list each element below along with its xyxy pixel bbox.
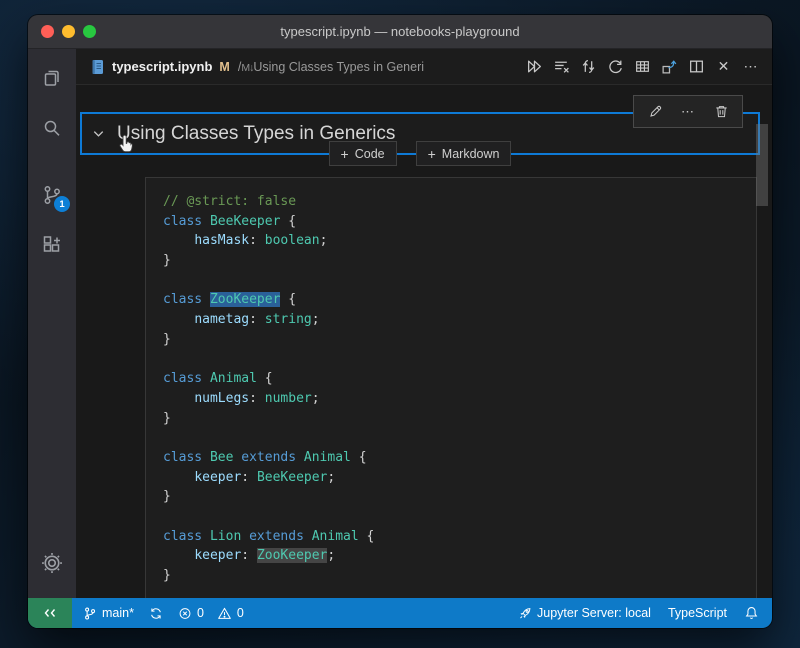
close-icon[interactable]: ✕ bbox=[710, 54, 737, 80]
activity-bar: 1 bbox=[28, 49, 76, 598]
code-line bbox=[163, 271, 756, 291]
restart-kernel-button[interactable] bbox=[575, 54, 602, 80]
export-button[interactable] bbox=[656, 54, 683, 80]
cell-more-actions-button[interactable]: ⋯ bbox=[676, 100, 700, 124]
sidebar-item-search[interactable] bbox=[28, 103, 76, 153]
code-line: } bbox=[163, 409, 756, 429]
add-markdown-cell-button[interactable]: + Markdown bbox=[416, 141, 512, 166]
chevron-down-icon[interactable] bbox=[91, 126, 106, 141]
modified-badge: M bbox=[219, 60, 229, 74]
manage-button[interactable] bbox=[28, 538, 76, 588]
remote-icon bbox=[42, 605, 58, 621]
gear-icon bbox=[39, 550, 65, 576]
more-actions-icon[interactable]: ⋯ bbox=[737, 54, 764, 80]
add-code-cell-button[interactable]: + Code bbox=[329, 141, 397, 166]
scm-badge: 1 bbox=[54, 196, 70, 212]
code-line: class ZooKeeper { bbox=[163, 290, 756, 310]
branch-indicator[interactable]: main* bbox=[83, 606, 134, 621]
sidebar-item-source-control[interactable]: 1 bbox=[28, 170, 76, 220]
files-icon bbox=[40, 66, 64, 90]
markdown-cell-glyph: M↓ bbox=[241, 62, 253, 74]
sidebar-item-extensions[interactable] bbox=[28, 220, 76, 270]
code-line: keeper: ZooKeeper; bbox=[163, 546, 756, 566]
code-line: } bbox=[163, 330, 756, 350]
git-branch-icon bbox=[83, 606, 97, 621]
window-title: typescript.ipynb — notebooks-playground bbox=[280, 24, 519, 39]
code-line: hasMask: boolean; bbox=[163, 231, 756, 251]
code-line bbox=[163, 507, 756, 527]
split-editor-button[interactable] bbox=[683, 54, 710, 80]
warning-icon bbox=[217, 606, 232, 621]
plus-icon: + bbox=[341, 146, 349, 162]
code-line: } bbox=[163, 251, 756, 271]
delete-cell-button[interactable] bbox=[709, 100, 733, 124]
error-icon bbox=[178, 606, 192, 621]
breadcrumb[interactable]: /M↓Using Classes Types in Generi bbox=[238, 60, 424, 74]
code-line: class BeeKeeper { bbox=[163, 212, 756, 232]
tab-file-name[interactable]: typescript.ipynb bbox=[112, 59, 212, 74]
code-line bbox=[163, 350, 756, 370]
close-window-button[interactable] bbox=[41, 25, 54, 38]
zoom-window-button[interactable] bbox=[83, 25, 96, 38]
code-line: numLegs: number; bbox=[163, 389, 756, 409]
vscode-window: typescript.ipynb — notebooks-playground bbox=[28, 15, 772, 628]
code-line bbox=[163, 428, 756, 448]
rocket-icon bbox=[518, 606, 532, 621]
code-editor[interactable]: // @strict: falseclass BeeKeeper { hasMa… bbox=[146, 178, 756, 586]
warning-count: 0 bbox=[237, 606, 244, 620]
variables-button[interactable] bbox=[629, 54, 656, 80]
bell-icon bbox=[744, 605, 759, 621]
remote-indicator[interactable] bbox=[28, 598, 72, 628]
problems-indicator[interactable]: 0 0 bbox=[178, 606, 244, 621]
plus-icon: + bbox=[428, 146, 436, 162]
jupyter-server-indicator[interactable]: Jupyter Server: local bbox=[518, 606, 651, 621]
code-line: class Bee extends Animal { bbox=[163, 448, 756, 468]
edit-cell-button[interactable] bbox=[643, 100, 667, 124]
notebook-editor: Using Classes Types in Generics ⋯ bbox=[76, 85, 772, 598]
code-line: class Lion extends Animal { bbox=[163, 527, 756, 547]
code-line: nametag: string; bbox=[163, 310, 756, 330]
code-cell[interactable]: // @strict: falseclass BeeKeeper { hasMa… bbox=[145, 177, 757, 598]
status-bar: main* 0 bbox=[28, 598, 772, 628]
error-count: 0 bbox=[197, 606, 204, 620]
restart-button[interactable] bbox=[602, 54, 629, 80]
code-line: } bbox=[163, 566, 756, 586]
traffic-lights bbox=[41, 15, 96, 48]
language-mode-indicator[interactable]: TypeScript bbox=[668, 606, 727, 620]
minimize-window-button[interactable] bbox=[62, 25, 75, 38]
run-all-button[interactable] bbox=[521, 54, 548, 80]
cell-hover-toolbar: ⋯ bbox=[633, 95, 743, 128]
code-line: class Animal { bbox=[163, 369, 756, 389]
code-line: // @strict: false bbox=[163, 192, 756, 212]
notifications-bell[interactable] bbox=[744, 605, 759, 621]
clear-outputs-button[interactable] bbox=[548, 54, 575, 80]
sidebar-item-explorer[interactable] bbox=[28, 53, 76, 103]
search-icon bbox=[40, 116, 64, 140]
hand-cursor bbox=[117, 133, 137, 157]
code-line: } bbox=[163, 487, 756, 507]
code-line: keeper: BeeKeeper; bbox=[163, 468, 756, 488]
sync-button[interactable] bbox=[149, 606, 163, 621]
notebook-file-icon bbox=[90, 59, 105, 75]
extensions-icon bbox=[40, 233, 64, 257]
notebook-toolbar: typescript.ipynb M /M↓Using Classes Type… bbox=[76, 49, 772, 85]
insert-cell-row: + Code + Markdown bbox=[80, 141, 760, 166]
sync-icon bbox=[149, 606, 163, 621]
title-bar[interactable]: typescript.ipynb — notebooks-playground bbox=[28, 15, 772, 49]
